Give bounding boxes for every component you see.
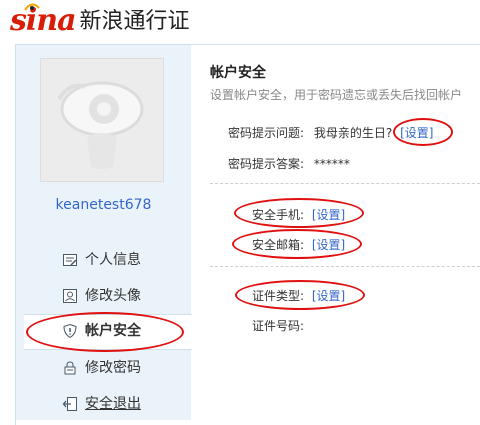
username: keanetest678 xyxy=(55,197,152,213)
email-row: 安全邮箱: [设置] xyxy=(252,236,345,253)
section-divider xyxy=(210,183,480,184)
set-security-question-link[interactable]: [设置] xyxy=(400,126,433,140)
sina-logo[interactable]: sina 新浪通行证 xyxy=(10,4,190,38)
id-type-row: 证件类型: [设置] xyxy=(252,287,345,304)
set-id-type-link[interactable]: [设置] xyxy=(312,289,345,303)
sina-eye-placeholder-icon xyxy=(41,59,163,181)
product-name: 新浪通行证 xyxy=(79,9,190,34)
security-phone-label: 安全手机: xyxy=(252,208,305,222)
page-subtitle: 设置帐户安全，用于密码遗忘或丢失后找回帐户 xyxy=(210,88,463,102)
sina-eye-icon xyxy=(24,3,40,11)
sidebar-item-password[interactable]: 修改密码 xyxy=(62,357,141,379)
sidebar-item-label: 安全退出 xyxy=(85,396,141,412)
security-answer-label: 密码提示答案: xyxy=(228,157,305,171)
security-answer-row: 密码提示答案: ****** xyxy=(228,155,350,172)
page-title: 帐户安全 xyxy=(210,65,266,81)
lock-icon xyxy=(64,361,76,375)
id-type-label: 证件类型: xyxy=(252,289,305,303)
logo-wordmark: sina xyxy=(10,3,77,38)
security-email-label: 安全邮箱: xyxy=(252,238,305,252)
avatar[interactable] xyxy=(40,58,164,182)
id-number-row: 证件号码: xyxy=(252,317,304,334)
profile-icon xyxy=(63,254,77,266)
portrait-icon xyxy=(63,289,77,303)
sidebar-item-label: 个人信息 xyxy=(85,252,141,268)
sidebar-item-label: 修改密码 xyxy=(85,360,141,376)
set-email-link[interactable]: [设置] xyxy=(312,238,345,252)
sidebar-item-label: 帐户安全 xyxy=(85,323,141,339)
security-answer-value: ****** xyxy=(313,157,350,171)
sidebar-item-profile[interactable]: 个人信息 xyxy=(62,249,141,271)
id-number-label: 证件号码: xyxy=(252,319,305,333)
logout-icon xyxy=(62,397,77,411)
sidebar-item-avatar[interactable]: 修改头像 xyxy=(62,285,141,307)
security-question-value: 我母亲的生日? xyxy=(313,126,393,140)
sidebar-item-security[interactable]: 帐户安全 xyxy=(62,320,141,342)
sidebar-item-logout[interactable]: 安全退出 xyxy=(62,393,141,415)
sidebar-item-label: 修改头像 xyxy=(85,288,141,304)
section-divider xyxy=(210,266,480,267)
header: sina 新浪通行证 xyxy=(0,0,480,46)
security-question-label: 密码提示问题: xyxy=(228,126,305,140)
set-phone-link[interactable]: [设置] xyxy=(312,208,345,222)
security-question-row: 密码提示问题: 我母亲的生日? [设置] xyxy=(228,124,433,141)
shield-icon xyxy=(63,323,77,339)
phone-row: 安全手机: [设置] xyxy=(252,206,345,223)
